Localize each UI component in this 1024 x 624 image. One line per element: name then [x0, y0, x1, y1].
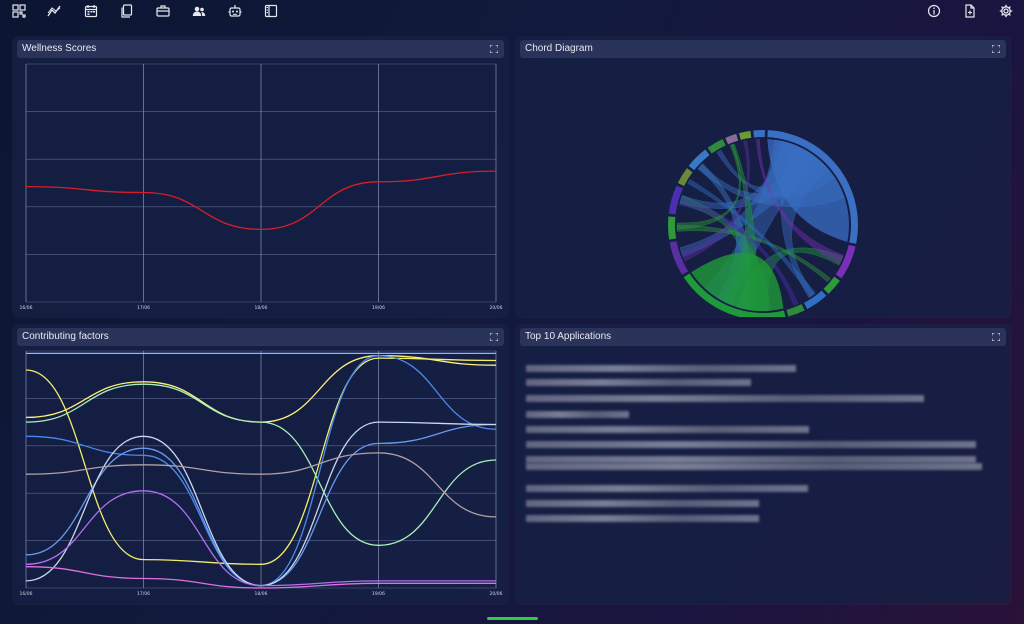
redacted-row [526, 441, 976, 448]
chord-group-arc [753, 130, 765, 138]
chord-diagram [668, 130, 858, 317]
x-tick-label: 16/06 [20, 305, 33, 311]
x-tick-label: 18/06 [255, 591, 268, 597]
panel-title: Top 10 Applications [525, 331, 612, 342]
redacted-row [526, 379, 751, 386]
x-tick-label: 19/06 [372, 591, 385, 597]
contributing-factors-panel: Contributing factors 16/06 17/06 18/06 19/0… [13, 325, 508, 604]
wellness-line-chart: 16/06 17/06 18/06 19/06 20/06 [20, 63, 503, 311]
home-indicator[interactable] [487, 617, 538, 620]
file-icon[interactable] [963, 4, 977, 18]
top-applications-panel: Top 10 Applications [516, 325, 1010, 604]
x-tick-label: 19/06 [372, 305, 385, 311]
x-tick-label: 20/06 [490, 591, 503, 597]
chord-group-arc [688, 149, 710, 171]
redacted-row [526, 463, 982, 470]
chord-diagram-panel: Chord Diagram [516, 37, 1010, 317]
chord-group-arc [738, 130, 752, 140]
trend-icon[interactable] [47, 4, 61, 18]
x-tick-label: 16/06 [20, 591, 33, 597]
redacted-row [526, 395, 924, 402]
x-tick-label: 18/06 [255, 305, 268, 311]
chord-group-arc [668, 216, 677, 240]
calendar-icon[interactable] [84, 4, 98, 18]
chord-group-arc [786, 304, 805, 317]
redacted-row [526, 426, 809, 433]
users-icon[interactable] [192, 4, 206, 18]
briefcase-icon[interactable] [156, 4, 170, 18]
wellness-scores-panel: Wellness Scores 16/06 17/06 18/06 19/06 20/0… [13, 37, 508, 317]
redacted-row [526, 485, 808, 492]
redacted-row [526, 365, 796, 372]
redacted-row [526, 411, 629, 418]
x-tick-label: 17/06 [137, 305, 150, 311]
redacted-row [526, 500, 759, 507]
top-toolbar [0, 0, 1024, 22]
robot-icon[interactable] [228, 4, 242, 18]
panel-icon[interactable] [264, 4, 278, 18]
x-tick-label: 20/06 [490, 305, 503, 311]
chord-group-arc [707, 138, 726, 154]
redacted-row [526, 515, 759, 522]
panel-header: Top 10 Applications [520, 328, 1006, 346]
dashboard-icon[interactable] [12, 4, 26, 18]
settings-icon[interactable] [999, 4, 1013, 18]
info-icon[interactable] [927, 4, 941, 18]
redacted-row [526, 456, 976, 463]
contributing-factors-chart: 16/06 17/06 18/06 19/06 20/06 [20, 350, 503, 597]
chord-group-arc [725, 133, 739, 145]
documents-icon[interactable] [120, 4, 134, 18]
expand-icon[interactable] [992, 333, 1000, 341]
x-tick-label: 17/06 [137, 591, 150, 597]
